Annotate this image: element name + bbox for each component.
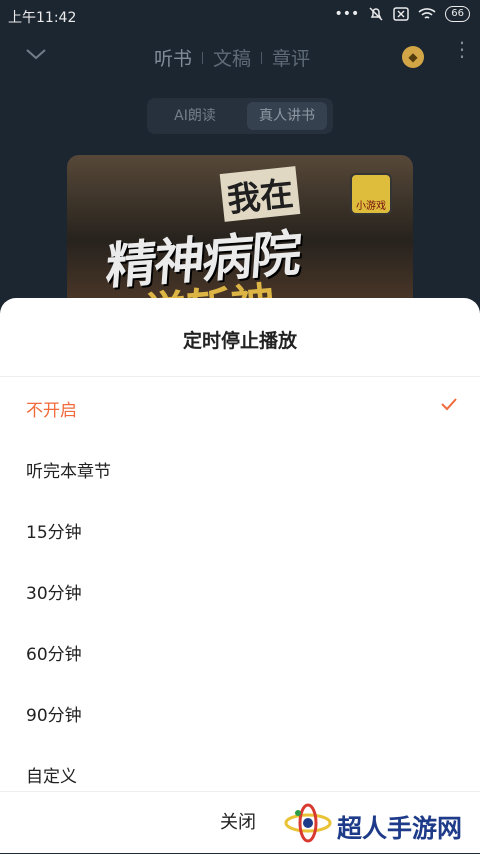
timer-option-90-min[interactable]: 90分钟 [0, 682, 480, 742]
timer-option-off[interactable]: 不开启 [0, 377, 480, 437]
timer-option-60-min[interactable]: 60分钟 [0, 621, 480, 681]
option-label: 不开启 [26, 401, 77, 421]
checkmark-icon [441, 398, 457, 411]
close-button[interactable]: 关闭 [220, 808, 256, 834]
option-label: 60分钟 [26, 645, 82, 665]
timer-option-end-of-chapter[interactable]: 听完本章节 [0, 438, 480, 498]
option-label: 自定义 [26, 767, 77, 787]
option-label: 30分钟 [26, 584, 82, 604]
timer-option-15-min[interactable]: 15分钟 [0, 499, 480, 559]
watermark-logo-icon [284, 803, 332, 843]
watermark: 超人手游网 [284, 800, 474, 848]
watermark-text: 超人手游网 [337, 814, 463, 843]
sheet-footer: 关闭 超人手游网 [0, 791, 480, 854]
timer-option-30-min[interactable]: 30分钟 [0, 560, 480, 620]
sheet-title: 定时停止播放 [182, 330, 297, 352]
option-label: 15分钟 [26, 523, 82, 543]
option-label: 听完本章节 [26, 462, 111, 482]
sleep-timer-sheet: 定时停止播放 不开启 听完本章节 15分钟 30分钟 60分钟 90分钟 自定义… [0, 298, 480, 853]
option-label: 90分钟 [26, 706, 82, 726]
